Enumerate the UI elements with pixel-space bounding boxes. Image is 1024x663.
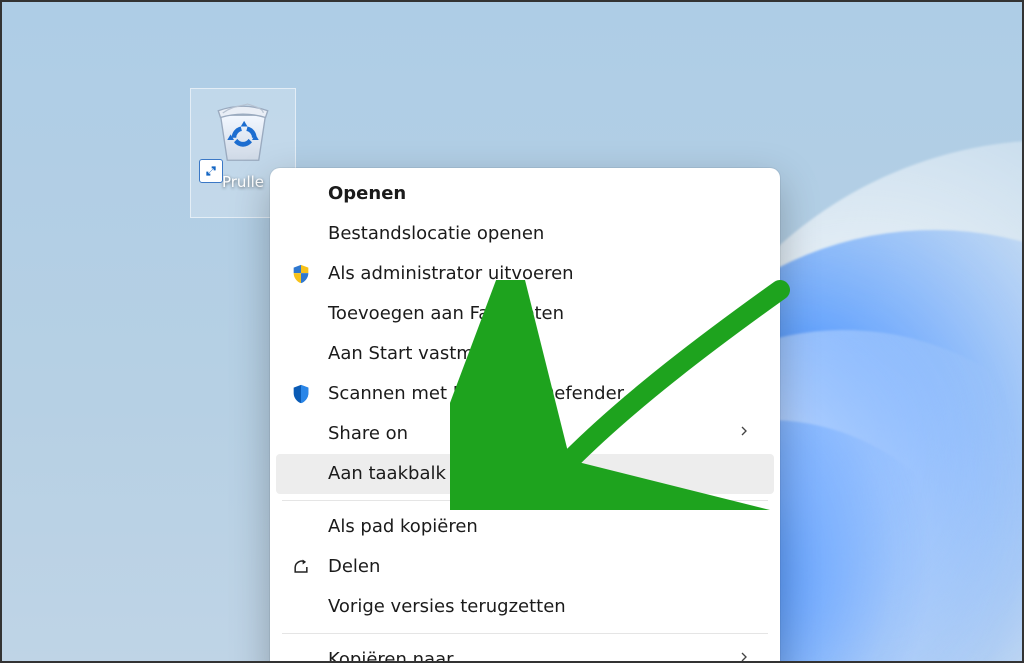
defender-shield-icon xyxy=(290,383,312,405)
menu-item-label: Als administrator uitvoeren xyxy=(328,254,574,294)
desktop-background: Prulle Openen Bestandslocatie openen Als… xyxy=(0,0,1024,663)
share-icon xyxy=(290,556,312,578)
chevron-right-icon xyxy=(736,640,752,663)
menu-item-share-on[interactable]: Share on xyxy=(276,414,774,454)
menu-item-open-file-location[interactable]: Bestandslocatie openen xyxy=(276,214,774,254)
context-menu: Openen Bestandslocatie openen Als admini… xyxy=(270,168,780,663)
menu-item-label: Delen xyxy=(328,547,380,587)
menu-item-scan-with-defender[interactable]: Scannen met Microsoft Defender... xyxy=(276,374,774,414)
menu-item-label: Aan Start vastmaken xyxy=(328,334,517,374)
menu-item-pin-to-start[interactable]: Aan Start vastmaken xyxy=(276,334,774,374)
menu-item-share[interactable]: Delen xyxy=(276,547,774,587)
shortcut-arrow-badge xyxy=(199,159,223,183)
menu-item-run-as-admin[interactable]: Als administrator uitvoeren xyxy=(276,254,774,294)
menu-separator xyxy=(282,633,768,634)
chevron-right-icon xyxy=(736,414,752,454)
menu-item-label: Toevoegen aan Favorieten xyxy=(328,294,564,334)
menu-item-open[interactable]: Openen xyxy=(276,174,774,214)
menu-item-label: Als pad kopiëren xyxy=(328,507,478,547)
menu-item-label: Scannen met Microsoft Defender... xyxy=(328,374,640,414)
menu-item-label: Bestandslocatie openen xyxy=(328,214,544,254)
menu-item-label: Share on xyxy=(328,414,408,454)
menu-item-copy-to[interactable]: Kopiëren naar xyxy=(276,640,774,663)
shortcut-arrow-icon xyxy=(203,163,219,179)
uac-shield-icon xyxy=(290,263,312,285)
menu-item-label: Vorige versies terugzetten xyxy=(328,587,566,627)
menu-separator xyxy=(282,500,768,501)
menu-item-copy-as-path[interactable]: Als pad kopiëren xyxy=(276,507,774,547)
menu-item-label: Openen xyxy=(328,174,406,214)
menu-item-add-to-favorites[interactable]: Toevoegen aan Favorieten xyxy=(276,294,774,334)
recycle-bin-icon xyxy=(207,95,279,167)
menu-item-pin-to-taskbar[interactable]: Aan taakbalk vastmaken xyxy=(276,454,774,494)
menu-item-restore-previous-versions[interactable]: Vorige versies terugzetten xyxy=(276,587,774,627)
menu-item-label: Aan taakbalk vastmaken xyxy=(328,454,551,494)
menu-item-label: Kopiëren naar xyxy=(328,640,454,663)
